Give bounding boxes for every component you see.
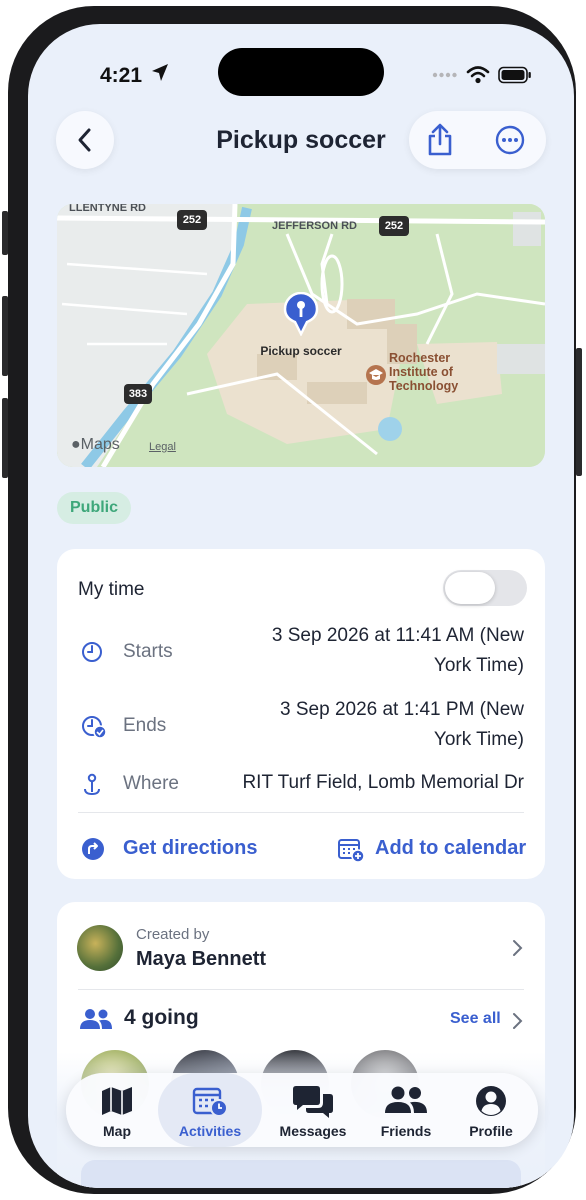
dynamic-island xyxy=(218,48,384,96)
tab-activities[interactable]: Activities xyxy=(158,1073,262,1147)
battery-icon xyxy=(498,66,531,84)
wifi-icon xyxy=(466,66,490,84)
university-poi-icon xyxy=(366,365,386,385)
tab-activities-label: Activities xyxy=(178,1123,242,1139)
event-details-card: My time Starts 3 Sep 2026 at 11:41 AM (N… xyxy=(57,549,545,879)
calendar-add-icon xyxy=(338,839,365,863)
tab-map[interactable]: Map xyxy=(78,1073,156,1147)
apple-logo-icon: ● xyxy=(71,436,81,453)
volume-down-button xyxy=(2,398,8,478)
clock-check-icon xyxy=(82,716,107,739)
calendar-clock-icon xyxy=(192,1087,228,1117)
ends-value: 3 Sep 2026 at 1:41 PM (New York Time) xyxy=(194,695,524,755)
visibility-badge: Public xyxy=(57,492,132,524)
participants-divider xyxy=(78,989,524,990)
phone-frame: 4:21 Pickup soccer 252 252 383 JEFFERSON… xyxy=(2,6,582,1194)
status-icons xyxy=(432,66,532,84)
tab-profile-label: Profile xyxy=(469,1123,513,1139)
partially-visible-card xyxy=(81,1160,521,1188)
created-by-label: Created by xyxy=(136,926,210,943)
chat-bubbles-icon xyxy=(293,1086,333,1118)
where-value: RIT Turf Field, Lomb Memorial Dr xyxy=(242,772,524,793)
ends-value-line2: York Time) xyxy=(433,729,524,750)
ellipsis-circle-icon xyxy=(495,125,525,155)
clock-icon xyxy=(82,642,102,662)
starts-value: 3 Sep 2026 at 11:41 AM (New York Time) xyxy=(194,621,524,681)
tab-map-label: Map xyxy=(103,1123,131,1139)
header-actions xyxy=(409,111,546,169)
volume-up-button xyxy=(2,296,8,376)
power-button xyxy=(576,348,582,476)
share-icon xyxy=(428,123,452,156)
tab-messages[interactable]: Messages xyxy=(266,1073,360,1147)
status-time: 4:21 xyxy=(100,64,143,87)
card-divider xyxy=(78,812,524,813)
people-icon xyxy=(80,1009,112,1029)
pin-label: Pickup soccer xyxy=(260,344,342,358)
location-pin-icon[interactable] xyxy=(283,292,319,336)
add-to-calendar-button[interactable]: Add to calendar xyxy=(337,829,527,865)
more-options-button[interactable] xyxy=(479,111,541,169)
creator-avatar xyxy=(77,925,123,971)
get-directions-label: Get directions xyxy=(123,837,258,859)
starts-value-line1: 3 Sep 2026 at 11:41 AM (New xyxy=(271,625,524,646)
get-directions-button[interactable]: Get directions xyxy=(78,829,268,865)
share-button[interactable] xyxy=(409,111,471,169)
location-arrow-icon xyxy=(152,64,168,81)
creator-row[interactable]: Created by Maya Bennett xyxy=(57,902,545,988)
poi-label-line3: Technology xyxy=(389,379,459,393)
chevron-right-icon xyxy=(513,940,523,956)
back-button[interactable] xyxy=(56,111,114,169)
map-icon xyxy=(102,1087,132,1115)
tab-friends[interactable]: Friends xyxy=(364,1073,448,1147)
cellular-signal-icon xyxy=(432,72,457,78)
toggle-knob xyxy=(445,572,495,604)
people-icon xyxy=(385,1086,427,1113)
ends-label: Ends xyxy=(123,715,167,736)
route-252-shield: 252 xyxy=(182,214,202,226)
road-label-jefferson: JEFFERSON RD xyxy=(272,220,357,232)
poi-label-line2: Institute of xyxy=(389,365,453,379)
pin-location-icon xyxy=(84,773,100,796)
chevron-right-icon xyxy=(513,1013,523,1029)
screen: 4:21 Pickup soccer 252 252 383 JEFFERSON… xyxy=(28,24,574,1188)
ends-value-line1: 3 Sep 2026 at 1:41 PM (New xyxy=(280,699,524,720)
mute-switch xyxy=(2,211,8,255)
my-time-label: My time xyxy=(78,579,145,600)
tab-friends-label: Friends xyxy=(380,1123,432,1139)
add-to-calendar-label: Add to calendar xyxy=(375,837,527,859)
road-label-top: LLENTYNE RD xyxy=(69,204,146,214)
person-circle-icon xyxy=(476,1086,506,1116)
see-all-label: See all xyxy=(450,1010,501,1027)
tab-messages-label: Messages xyxy=(279,1123,347,1139)
directions-icon xyxy=(82,838,104,860)
maps-brand-text: Maps xyxy=(80,436,120,453)
creator-name: Maya Bennett xyxy=(136,948,267,970)
where-label: Where xyxy=(123,773,179,794)
chevron-left-icon xyxy=(78,128,91,152)
tab-profile[interactable]: Profile xyxy=(452,1073,530,1147)
starts-value-line2: York Time) xyxy=(433,655,524,676)
route-252-shield-east: 252 xyxy=(384,220,404,232)
page-title: Pickup soccer xyxy=(216,126,386,154)
tab-bar: Map Activities Messages Friends Profile xyxy=(66,1073,538,1147)
legal-link[interactable]: Legal xyxy=(149,441,176,453)
see-all-button[interactable]: See all xyxy=(443,1002,529,1038)
location-map[interactable]: 252 252 383 JEFFERSON RD LLENTYNE RD Pic… xyxy=(57,204,545,467)
starts-label: Starts xyxy=(123,641,173,662)
going-count: 4 going xyxy=(124,1006,199,1029)
my-time-toggle[interactable] xyxy=(443,570,527,606)
route-383-shield: 383 xyxy=(128,388,148,400)
poi-label-line1: Rochester xyxy=(389,351,451,365)
apple-maps-logo: ●Maps xyxy=(71,436,120,454)
poi-label: Rochester Institute of Technology xyxy=(389,351,458,393)
